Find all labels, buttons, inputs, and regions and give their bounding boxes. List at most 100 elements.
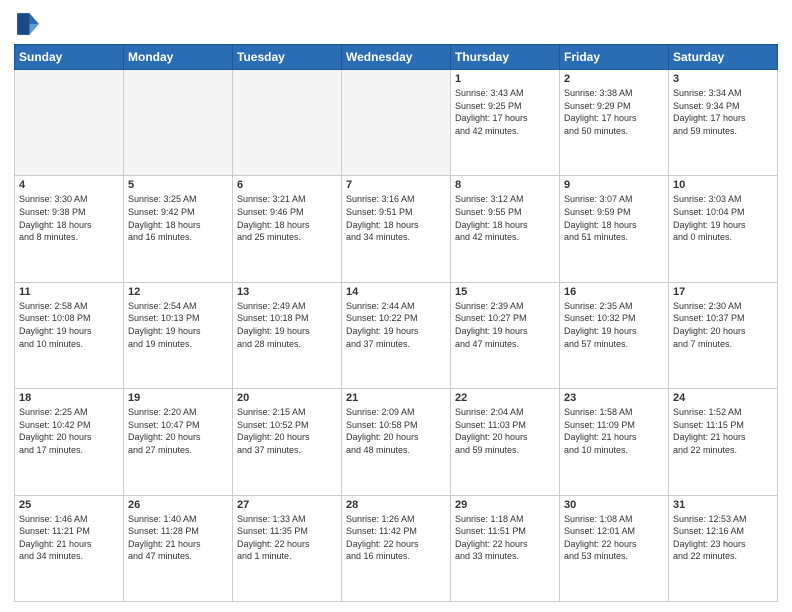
page: SundayMondayTuesdayWednesdayThursdayFrid… <box>0 0 792 612</box>
calendar-table: SundayMondayTuesdayWednesdayThursdayFrid… <box>14 44 778 602</box>
day-number: 11 <box>19 286 119 298</box>
day-cell: 22Sunrise: 2:04 AM Sunset: 11:03 PM Dayl… <box>451 389 560 495</box>
day-info: Sunrise: 3:43 AM Sunset: 9:25 PM Dayligh… <box>455 87 555 137</box>
week-row-1: 1 Sunrise: 3:43 AM Sunset: 9:25 PM Daylig… <box>15 70 778 176</box>
day-cell: 25 Sunrise: 1:46 AM Sunset: 11:21 PM Dayl… <box>15 495 124 601</box>
day-number: 24 <box>673 392 773 404</box>
day-info: Sunrise: 3:38 AM Sunset: 9:29 PM Dayligh… <box>564 87 664 137</box>
day-header-thursday: Thursday <box>451 45 560 70</box>
day-number: 15 <box>455 286 555 298</box>
day-info: Sunrise: 2:09 AM Sunset: 10:58 PM Daylig… <box>346 406 446 456</box>
day-info: Sunrise: 3:07 AM Sunset: 9:59 PM Dayligh… <box>564 193 664 243</box>
day-header-friday: Friday <box>560 45 669 70</box>
day-cell: 21Sunrise: 2:09 AM Sunset: 10:58 PM Dayl… <box>342 389 451 495</box>
day-header-saturday: Saturday <box>669 45 778 70</box>
day-number: 22 <box>455 392 555 404</box>
day-info: Sunrise: 2:35 AM Sunset: 10:32 PM Daylig… <box>564 300 664 350</box>
day-number: 4 <box>19 179 119 191</box>
day-number: 31 <box>673 499 773 511</box>
day-number: 23 <box>564 392 664 404</box>
day-number: 25 <box>19 499 119 511</box>
day-info: Sunrise: 3:30 AM Sunset: 9:38 PM Dayligh… <box>19 193 119 243</box>
day-number: 3 <box>673 73 773 85</box>
day-number: 12 <box>128 286 228 298</box>
day-info: Sunrise: 1:46 AM Sunset: 11:21 PM Daylig… <box>19 513 119 563</box>
day-cell: 9 Sunrise: 3:07 AM Sunset: 9:59 PM Daylig… <box>560 176 669 282</box>
day-cell: 6 Sunrise: 3:21 AM Sunset: 9:46 PM Daylig… <box>233 176 342 282</box>
week-row-5: 25 Sunrise: 1:46 AM Sunset: 11:21 PM Dayl… <box>15 495 778 601</box>
day-header-tuesday: Tuesday <box>233 45 342 70</box>
day-cell: 13Sunrise: 2:49 AM Sunset: 10:18 PM Dayl… <box>233 282 342 388</box>
day-number: 13 <box>237 286 337 298</box>
day-cell: 31Sunrise: 12:53 AM Sunset: 12:16 AM Day… <box>669 495 778 601</box>
day-cell <box>124 70 233 176</box>
day-cell: 18 Sunrise: 2:25 AM Sunset: 10:42 PM Dayl… <box>15 389 124 495</box>
day-cell: 5 Sunrise: 3:25 AM Sunset: 9:42 PM Daylig… <box>124 176 233 282</box>
day-cell: 23 Sunrise: 1:58 AM Sunset: 11:09 PM Dayl… <box>560 389 669 495</box>
day-info: Sunrise: 3:21 AM Sunset: 9:46 PM Dayligh… <box>237 193 337 243</box>
day-cell: 8Sunrise: 3:12 AM Sunset: 9:55 PM Daylig… <box>451 176 560 282</box>
day-cell <box>233 70 342 176</box>
week-row-4: 18 Sunrise: 2:25 AM Sunset: 10:42 PM Dayl… <box>15 389 778 495</box>
day-info: Sunrise: 1:18 AM Sunset: 11:51 PM Daylig… <box>455 513 555 563</box>
week-row-3: 11 Sunrise: 2:58 AM Sunset: 10:08 PM Dayl… <box>15 282 778 388</box>
day-cell: 10Sunrise: 3:03 AM Sunset: 10:04 PM Dayl… <box>669 176 778 282</box>
day-cell: 12 Sunrise: 2:54 AM Sunset: 10:13 PM Dayl… <box>124 282 233 388</box>
day-cell: 3 Sunrise: 3:34 AM Sunset: 9:34 PM Daylig… <box>669 70 778 176</box>
day-cell: 27 Sunrise: 1:33 AM Sunset: 11:35 PM Dayl… <box>233 495 342 601</box>
day-info: Sunrise: 1:58 AM Sunset: 11:09 PM Daylig… <box>564 406 664 456</box>
day-cell: 19 Sunrise: 2:20 AM Sunset: 10:47 PM Dayl… <box>124 389 233 495</box>
day-cell: 4 Sunrise: 3:30 AM Sunset: 9:38 PM Daylig… <box>15 176 124 282</box>
day-number: 28 <box>346 499 446 511</box>
day-number: 16 <box>564 286 664 298</box>
header <box>14 10 778 38</box>
day-info: Sunrise: 1:33 AM Sunset: 11:35 PM Daylig… <box>237 513 337 563</box>
day-cell: 26 Sunrise: 1:40 AM Sunset: 11:28 PM Dayl… <box>124 495 233 601</box>
day-info: Sunrise: 3:12 AM Sunset: 9:55 PM Dayligh… <box>455 193 555 243</box>
day-number: 6 <box>237 179 337 191</box>
day-info: Sunrise: 2:58 AM Sunset: 10:08 PM Daylig… <box>19 300 119 350</box>
day-number: 5 <box>128 179 228 191</box>
logo <box>14 10 46 38</box>
logo-icon <box>14 10 42 38</box>
day-cell: 11 Sunrise: 2:58 AM Sunset: 10:08 PM Dayl… <box>15 282 124 388</box>
day-info: Sunrise: 2:20 AM Sunset: 10:47 PM Daylig… <box>128 406 228 456</box>
day-info: Sunrise: 1:26 AM Sunset: 11:42 PM Daylig… <box>346 513 446 563</box>
day-cell <box>342 70 451 176</box>
day-header-sunday: Sunday <box>15 45 124 70</box>
day-number: 26 <box>128 499 228 511</box>
day-info: Sunrise: 1:40 AM Sunset: 11:28 PM Daylig… <box>128 513 228 563</box>
day-cell: 29 Sunrise: 1:18 AM Sunset: 11:51 PM Dayl… <box>451 495 560 601</box>
day-info: Sunrise: 3:25 AM Sunset: 9:42 PM Dayligh… <box>128 193 228 243</box>
day-info: Sunrise: 1:08 AM Sunset: 12:01 AM Daylig… <box>564 513 664 563</box>
day-cell: 28 Sunrise: 1:26 AM Sunset: 11:42 PM Dayl… <box>342 495 451 601</box>
day-cell: 7Sunrise: 3:16 AM Sunset: 9:51 PM Daylig… <box>342 176 451 282</box>
day-header-monday: Monday <box>124 45 233 70</box>
day-header-wednesday: Wednesday <box>342 45 451 70</box>
day-cell: 1 Sunrise: 3:43 AM Sunset: 9:25 PM Daylig… <box>451 70 560 176</box>
day-cell: 30 Sunrise: 1:08 AM Sunset: 12:01 AM Dayl… <box>560 495 669 601</box>
header-row: SundayMondayTuesdayWednesdayThursdayFrid… <box>15 45 778 70</box>
day-info: Sunrise: 2:39 AM Sunset: 10:27 PM Daylig… <box>455 300 555 350</box>
day-number: 29 <box>455 499 555 511</box>
day-info: Sunrise: 2:54 AM Sunset: 10:13 PM Daylig… <box>128 300 228 350</box>
day-cell: 14Sunrise: 2:44 AM Sunset: 10:22 PM Dayl… <box>342 282 451 388</box>
day-info: Sunrise: 2:30 AM Sunset: 10:37 PM Daylig… <box>673 300 773 350</box>
day-cell: 2 Sunrise: 3:38 AM Sunset: 9:29 PM Daylig… <box>560 70 669 176</box>
day-number: 1 <box>455 73 555 85</box>
day-number: 10 <box>673 179 773 191</box>
day-number: 30 <box>564 499 664 511</box>
day-number: 2 <box>564 73 664 85</box>
day-number: 27 <box>237 499 337 511</box>
day-number: 17 <box>673 286 773 298</box>
day-number: 20 <box>237 392 337 404</box>
day-info: Sunrise: 3:34 AM Sunset: 9:34 PM Dayligh… <box>673 87 773 137</box>
day-number: 19 <box>128 392 228 404</box>
day-number: 18 <box>19 392 119 404</box>
day-number: 7 <box>346 179 446 191</box>
day-info: Sunrise: 2:25 AM Sunset: 10:42 PM Daylig… <box>19 406 119 456</box>
day-number: 9 <box>564 179 664 191</box>
day-info: Sunrise: 2:15 AM Sunset: 10:52 PM Daylig… <box>237 406 337 456</box>
day-info: Sunrise: 1:52 AM Sunset: 11:15 PM Daylig… <box>673 406 773 456</box>
day-cell: 16 Sunrise: 2:35 AM Sunset: 10:32 PM Dayl… <box>560 282 669 388</box>
